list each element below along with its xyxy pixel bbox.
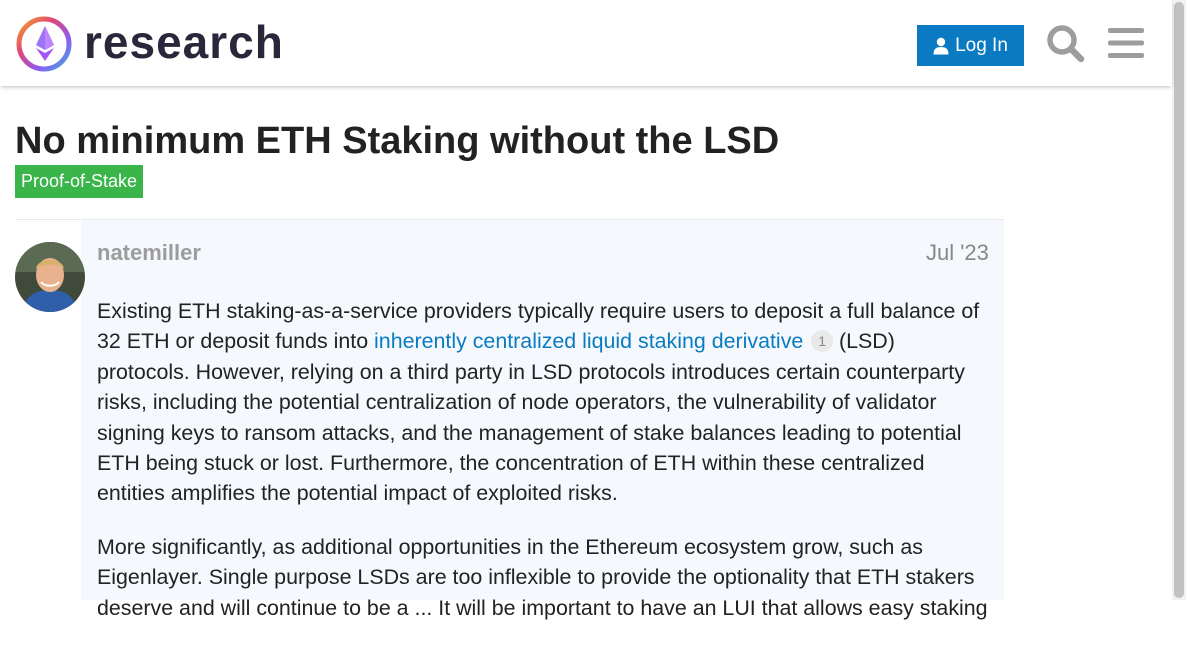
page-scrollbar[interactable]: [1172, 0, 1186, 600]
post-paragraph: Existing ETH staking-as-a-service provid…: [97, 296, 992, 509]
avatar-image: [15, 242, 85, 312]
post-content: Existing ETH staking-as-a-service provid…: [97, 296, 992, 646]
post-username[interactable]: natemiller: [97, 240, 201, 266]
link-click-count: 1: [811, 330, 834, 353]
paragraph-text: (LSD) protocols. However, relying on a t…: [97, 329, 965, 506]
lsd-article-link[interactable]: inherently centralized liquid staking de…: [374, 329, 803, 353]
scrollbar-thumb[interactable]: [1174, 2, 1184, 598]
topic-title[interactable]: No minimum ETH Staking without the LSD: [15, 118, 779, 164]
post-date[interactable]: Jul '23: [926, 240, 989, 266]
hamburger-menu-icon[interactable]: [1108, 26, 1144, 60]
search-icon[interactable]: [1045, 23, 1085, 63]
category-badge[interactable]: Proof-of-Stake: [15, 165, 144, 198]
ethereum-logo[interactable]: [16, 16, 72, 72]
login-label: Log In: [955, 34, 1008, 56]
post-paragraph: More significantly, as additional opport…: [97, 534, 988, 620]
avatar[interactable]: [15, 242, 85, 312]
site-brand[interactable]: research: [84, 14, 284, 70]
login-button[interactable]: Log In: [917, 25, 1024, 66]
site-header: research Log In: [0, 0, 1172, 86]
user-icon: [933, 37, 949, 54]
